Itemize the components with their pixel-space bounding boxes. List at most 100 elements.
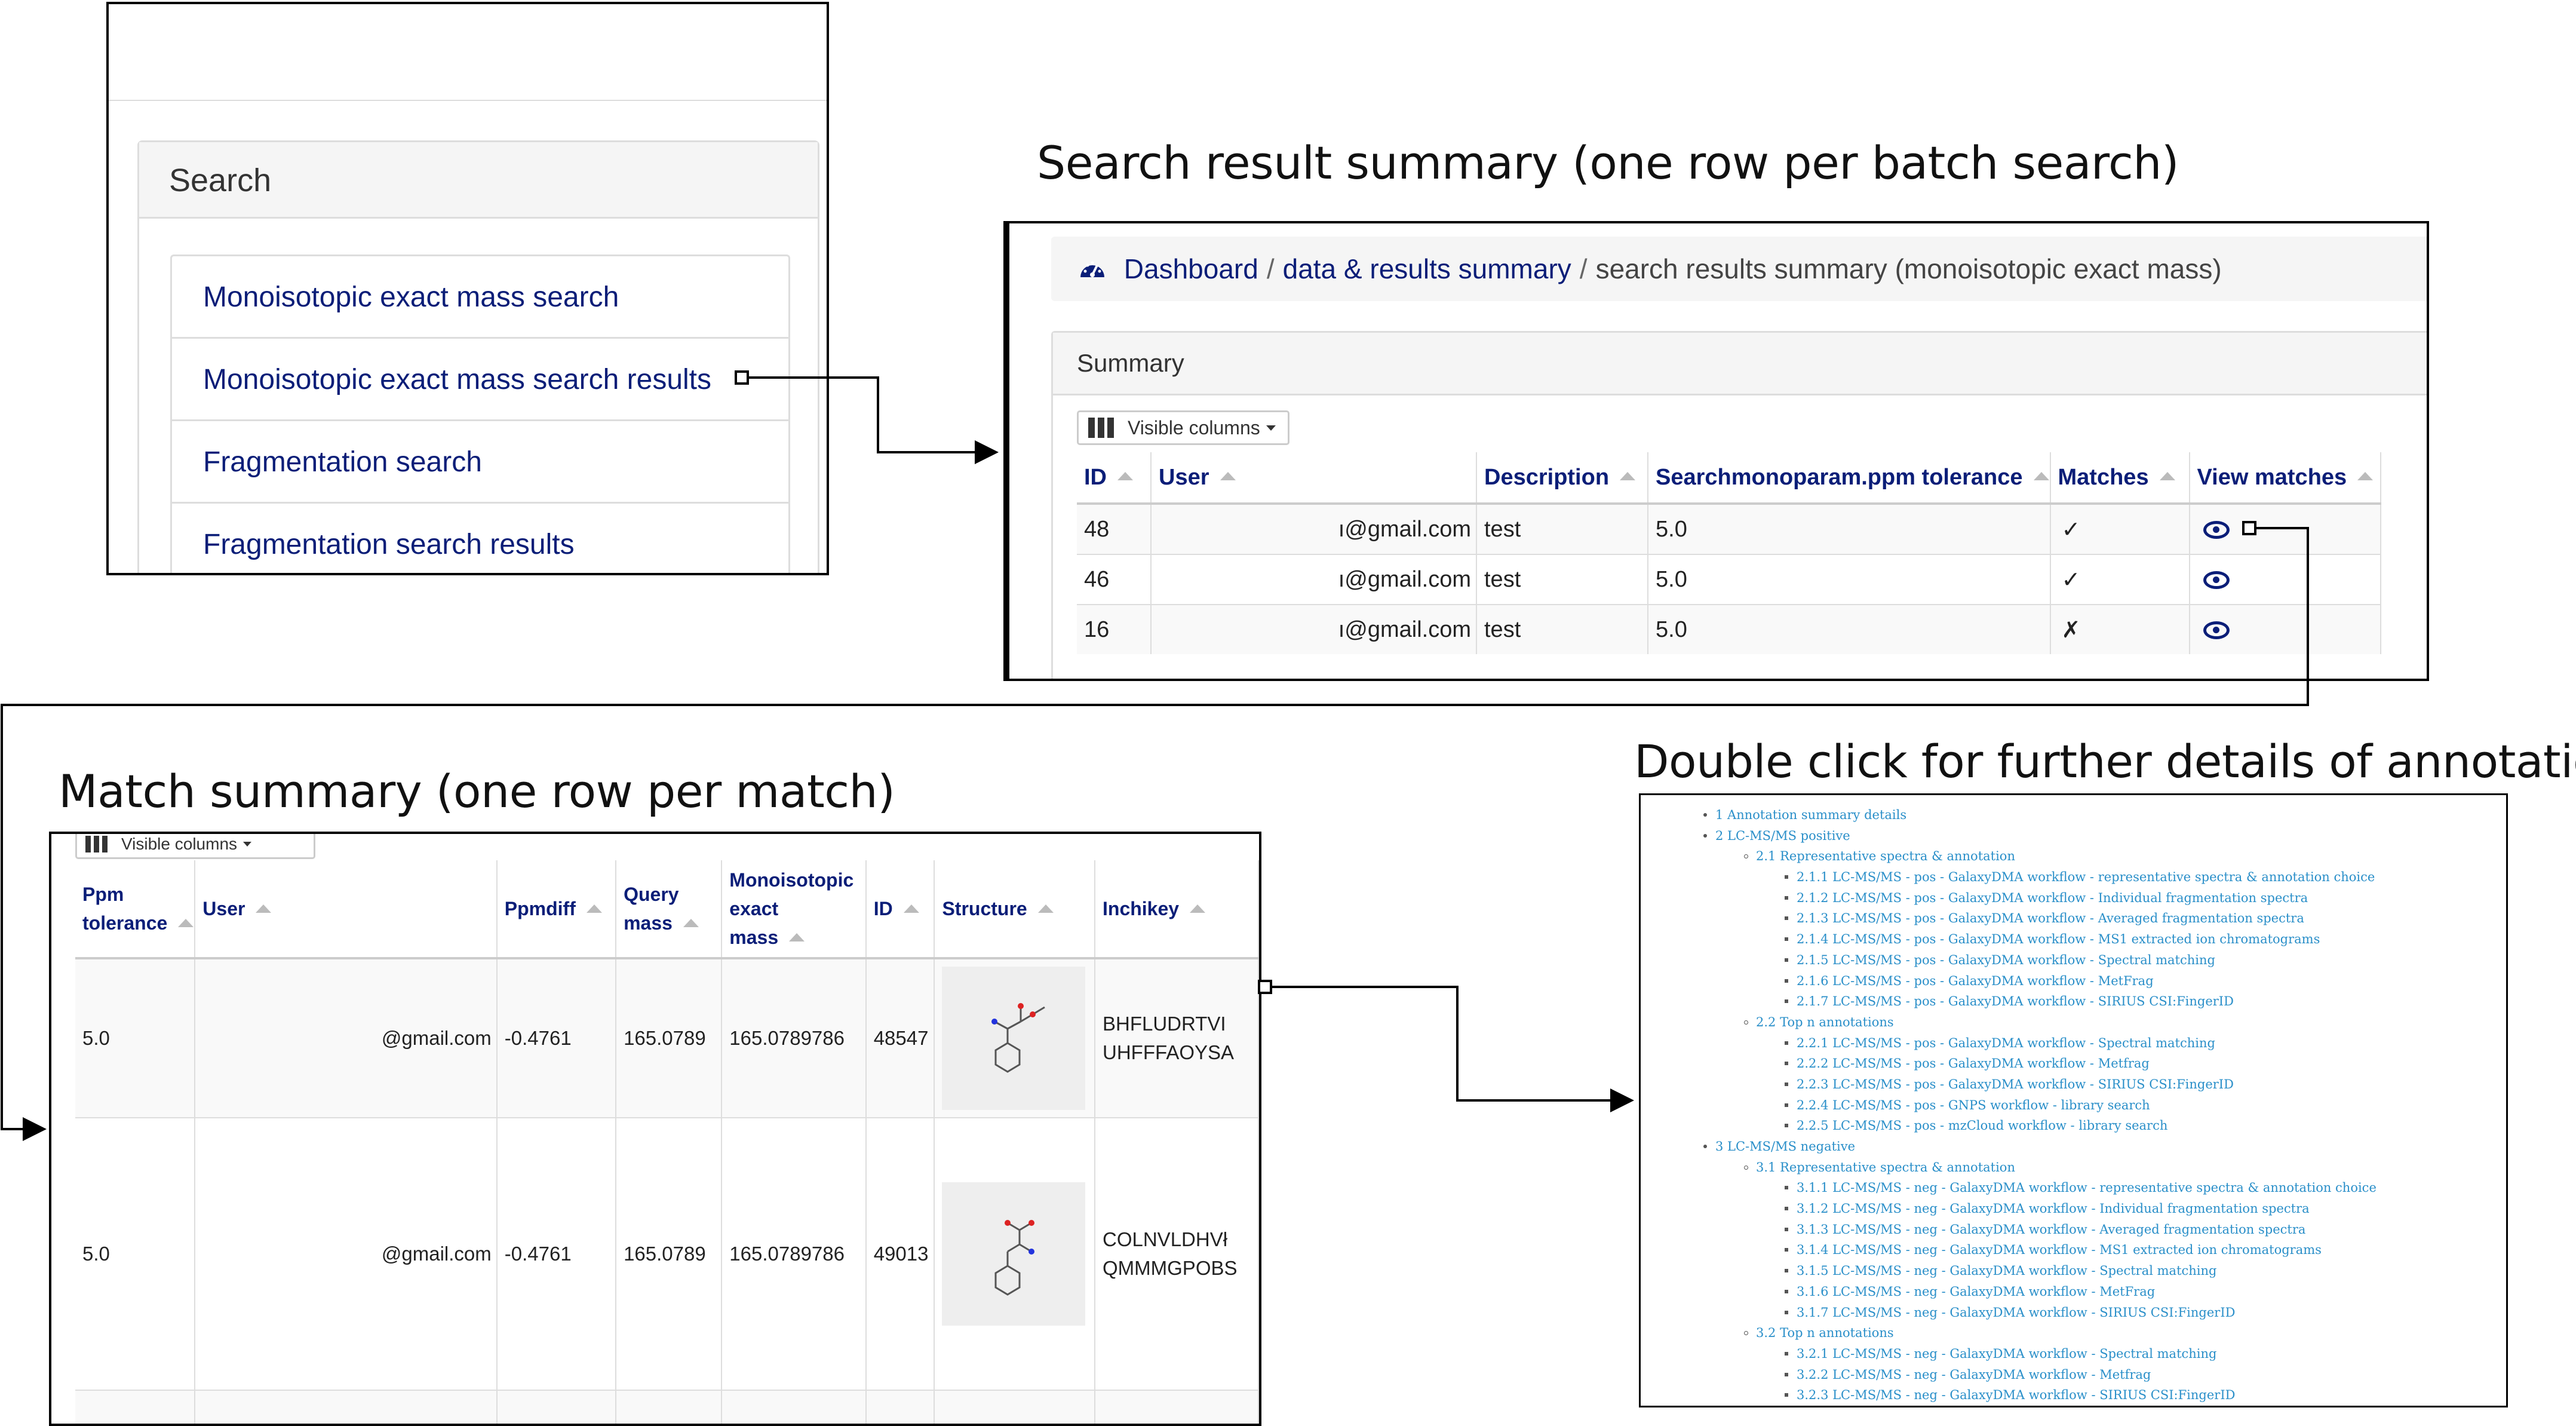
cell-user: @gmail.com [195,958,498,1118]
cell-view [2189,503,2381,554]
column-header-ppm-tolerance[interactable]: Searchmonoparam.ppm tolerance [1648,452,2051,505]
column-header-matches[interactable]: Matches [2050,452,2190,505]
sort-up-icon[interactable] [683,918,699,927]
toc-link-item[interactable]: 3.2 Top n annotations [1744,1323,2377,1344]
cell-inchikey: BHFLUDRTVI UHFFFAOYSA [1095,958,1259,1118]
table-row[interactable]: 48 ı@gmail.com test 5.0 ✓ [1077,503,2381,554]
table-row[interactable]: 5.0 @gmail.com -0.4761 165.0789 165.0789… [75,1117,1259,1390]
caption-search-result-summary: Search result summary (one row per batch… [1037,136,2179,189]
toc-link-item[interactable]: 3.1.5 LC-MS/MS - neg - GalaxyDMA workflo… [1785,1261,2377,1281]
sort-up-icon[interactable] [586,904,602,913]
toc-link-item[interactable]: 3.1 Representative spectra & annotation [1744,1157,2377,1178]
breadcrumb-data-results-link[interactable]: data & results summary [1283,253,1571,284]
caption-double-click: Double click for further details of anno… [1634,735,2576,788]
column-header-view-matches[interactable]: View matches [2189,452,2381,505]
column-header-ppmdiff[interactable]: Ppmdiff [496,860,617,959]
annotation-toc: 1 Annotation summary details 2 LC-MS/MS p… [1703,805,2377,1406]
toc-link-item[interactable]: 2.1.7 LC-MS/MS - pos - GalaxyDMA workflo… [1785,991,2377,1012]
toc-link-item[interactable]: 2.1.3 LC-MS/MS - pos - GalaxyDMA workflo… [1785,908,2377,929]
table-row[interactable]: 5.0 @gmail.com -0.4761 165.0789 165.0789… [75,958,1259,1118]
column-header-structure[interactable]: Structure [934,860,1095,959]
column-header-user[interactable]: User [195,860,498,959]
toc-link-item[interactable]: 3.1.4 LC-MS/MS - neg - GalaxyDMA workflo… [1785,1240,2377,1261]
sort-up-icon[interactable] [256,904,272,913]
summary-card-title: Summary [1053,333,2427,395]
column-header-id[interactable]: ID [1077,452,1152,505]
toc-link-item[interactable]: 2.1.4 LC-MS/MS - pos - GalaxyDMA workflo… [1785,929,2377,950]
toc-link-item[interactable]: 3.1.3 LC-MS/MS - neg - GalaxyDMA workflo… [1785,1219,2377,1240]
menu-item-monoisotopic-search-results[interactable]: Monoisotopic exact mass search results [172,339,788,421]
breadcrumb: Dashboard / data & results summary / search … [1051,237,2427,303]
sort-up-icon[interactable] [789,933,805,942]
table-row[interactable]: 16 ı@gmail.com test 5.0 ✗ [1077,604,2381,654]
cell-user: ı@gmail.com [1151,503,1477,554]
toc-link-item[interactable]: 3.1.6 LC-MS/MS - neg - GalaxyDMA workflo… [1785,1281,2377,1302]
toc-link-item[interactable]: 2.1.2 LC-MS/MS - pos - GalaxyDMA workflo… [1785,888,2377,909]
toc-link-item[interactable]: 2.2.5 LC-MS/MS - pos - mzCloud workflow … [1785,1115,2377,1136]
toc-link-item[interactable]: 2.1 Representative spectra & annotation [1744,846,2377,867]
column-header-exact-mass[interactable]: Monoisotopic exact mass [721,860,867,959]
column-header-inchikey[interactable]: Inchikey [1095,860,1259,959]
toc-link-item[interactable]: 2.2.2 LC-MS/MS - pos - GalaxyDMA workflo… [1785,1053,2377,1074]
table-row[interactable] [75,1390,1259,1424]
column-header-query-mass[interactable]: Query mass [616,860,723,959]
sort-up-icon[interactable] [2357,472,2374,481]
sort-up-icon[interactable] [1037,904,1054,913]
sort-up-icon[interactable] [1190,904,1206,913]
toc-link-item[interactable]: 3.2.2 LC-MS/MS - neg - GalaxyDMA workflo… [1785,1364,2377,1385]
match-table: Ppm tolerance User Ppmdiff Query mass Mono… [75,860,1259,1424]
toc-link-item[interactable]: 3.2.3 LC-MS/MS - neg - GalaxyDMA workflo… [1785,1385,2377,1406]
column-header-user[interactable]: User [1151,452,1477,505]
sort-up-icon[interactable] [903,904,919,913]
sort-up-icon[interactable] [2159,472,2175,481]
toc-link-item[interactable]: 3.1.1 LC-MS/MS - neg - GalaxyDMA workflo… [1785,1177,2377,1198]
toc-link-item[interactable]: 2.1.6 LC-MS/MS - pos - GalaxyDMA workflo… [1785,971,2377,992]
toc-link-item[interactable]: 3 LC-MS/MS negative [1703,1136,2377,1157]
cell-ppm: 5.0 [1648,604,2051,654]
sort-up-icon[interactable] [2033,472,2049,481]
table-row[interactable]: 46 ı@gmail.com test 5.0 ✓ [1077,554,2381,605]
toc-link-item[interactable]: 2.2.1 LC-MS/MS - pos - GalaxyDMA workflo… [1785,1033,2377,1054]
toc-link-item[interactable]: 2.1.1 LC-MS/MS - pos - GalaxyDMA workflo… [1785,867,2377,888]
cell-user: @gmail.com [195,1117,498,1390]
toc-link-item[interactable]: 2.2 Top n annotations [1744,1012,2377,1033]
columns-icon [1088,418,1117,438]
sort-up-icon[interactable] [1220,472,1236,481]
column-header-description[interactable]: Description [1476,452,1648,505]
cell-query-mass: 165.0789 [616,958,723,1118]
visible-columns-button[interactable]: Visible columns [1077,410,1289,445]
toc-link-item[interactable]: 3.2.1 LC-MS/MS - neg - GalaxyDMA workflo… [1785,1344,2377,1364]
eye-icon[interactable] [2203,621,2230,640]
column-header-id[interactable]: ID [865,860,935,959]
columns-icon [85,835,110,852]
menu-item-monoisotopic-search[interactable]: Monoisotopic exact mass search [172,256,788,339]
toc-link-item[interactable]: 3.1.2 LC-MS/MS - neg - GalaxyDMA workflo… [1785,1198,2377,1219]
toc-link-item[interactable]: 1 Annotation summary details [1703,805,2377,826]
toc-link-item[interactable]: 2 LC-MS/MS positive [1703,826,2377,847]
dashboard-gauge-icon [1078,239,1107,303]
eye-icon[interactable] [2203,571,2230,590]
breadcrumb-dashboard-link[interactable]: Dashboard [1124,253,1258,284]
cell-id: 48547 [865,958,935,1118]
search-menu-panel: Search Monoisotopic exact mass search Mo… [106,2,829,575]
sort-up-icon[interactable] [178,918,194,927]
visible-columns-label: Visible columns [121,834,238,853]
caret-down-icon [243,841,252,847]
cell-exact-mass: 165.0789786 [721,1117,867,1390]
menu-item-fragmentation-search[interactable]: Fragmentation search [172,421,788,504]
visible-columns-button[interactable]: Visible columns [75,834,315,859]
sort-up-icon[interactable] [1117,472,1133,481]
cell-ppm: 5.0 [1648,503,2051,554]
toc-link-item[interactable]: 2.2.4 LC-MS/MS - pos - GNPS workflow - l… [1785,1095,2377,1116]
visible-columns-label: Visible columns [1128,416,1260,438]
menu-item-fragmentation-search-results[interactable]: Fragmentation search results [172,504,788,573]
column-header-ppm-tolerance[interactable]: Ppm tolerance [75,860,196,959]
sort-up-icon[interactable] [1620,472,1636,481]
summary-card: Summary Visible columns ID User Descript… [1051,331,2427,679]
cell-id: 48 [1077,503,1152,554]
toc-link-item[interactable]: 3.1.7 LC-MS/MS - neg - GalaxyDMA workflo… [1785,1302,2377,1323]
toc-link-item[interactable]: 2.2.3 LC-MS/MS - pos - GalaxyDMA workflo… [1785,1074,2377,1095]
eye-icon[interactable] [2203,521,2230,539]
toc-link-item[interactable]: 2.1.5 LC-MS/MS - pos - GalaxyDMA workflo… [1785,950,2377,971]
table-header-row: ID User Description Searchmonoparam.ppm … [1077,452,2381,505]
